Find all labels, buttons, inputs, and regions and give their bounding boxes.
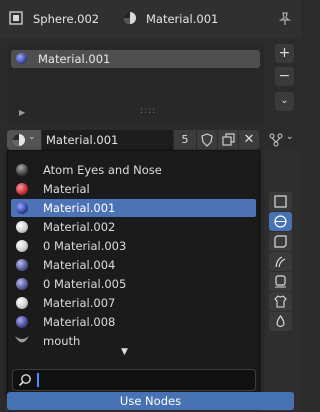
material-item-label: 0 Material.003: [43, 239, 127, 253]
pin-icon[interactable]: [278, 12, 292, 26]
list-item[interactable]: mouth: [11, 332, 256, 350]
remove-slot-button[interactable]: −: [275, 67, 294, 86]
shield-icon: [201, 133, 213, 147]
fake-user-button[interactable]: [197, 130, 217, 150]
material-item-label: Material.001: [43, 201, 116, 215]
material-item-label: Material.007: [43, 296, 116, 310]
material-preview-icon: [16, 297, 28, 309]
material-browse-dropdown: Atom Eyes and Nose Material Material.001…: [7, 150, 260, 397]
object-tool-button[interactable]: [269, 192, 292, 211]
head-icon: [275, 275, 286, 288]
material-preview-icon: [16, 278, 28, 290]
list-item[interactable]: Material.008: [11, 313, 256, 331]
sphere-object-icon: [9, 11, 23, 25]
cube-icon: [274, 235, 287, 248]
search-input[interactable]: [12, 369, 256, 391]
resize-grip-icon[interactable]: ::::: [140, 106, 156, 116]
material-item-label: Material.004: [43, 258, 116, 272]
material-id-selector: ⌄ Material.001 5 ✕: [7, 130, 259, 150]
properties-header: Sphere.002 Material.001: [0, 0, 301, 38]
material-slot-list: Material.001 ▶ ::::: [7, 44, 264, 124]
material-item-label: 0 Material.005: [43, 277, 127, 291]
chevron-down-icon: ⌄: [280, 95, 289, 106]
drop-icon: [276, 315, 285, 328]
list-item[interactable]: Material.001: [11, 199, 256, 217]
scroll-down-arrow-icon[interactable]: ▼: [121, 347, 128, 357]
node-tree-button[interactable]: ⌄: [266, 130, 296, 150]
add-slot-button[interactable]: +: [275, 44, 294, 63]
material-name: Material.001: [146, 12, 219, 26]
chevron-down-icon: ⌄: [28, 132, 36, 142]
unlink-material-button[interactable]: ✕: [239, 130, 259, 150]
list-item[interactable]: Material: [11, 180, 256, 198]
material-item-label: Material: [43, 182, 90, 196]
slot-label: Material.001: [38, 52, 111, 66]
slot-specials-button[interactable]: ⌄: [275, 92, 294, 111]
list-item[interactable]: 0 Material.003: [11, 237, 256, 255]
list-item[interactable]: Material.002: [11, 218, 256, 236]
square-icon: [274, 195, 287, 208]
material-preview-icon: [16, 202, 28, 214]
material-name-value: Material.001: [46, 133, 119, 147]
material-item-label: Atom Eyes and Nose: [43, 163, 162, 177]
browse-material-button[interactable]: ⌄: [7, 130, 41, 150]
user-count-button[interactable]: 5: [174, 130, 196, 150]
shirt-icon: [274, 295, 287, 308]
list-item[interactable]: Material.001: [11, 50, 260, 68]
close-icon: ✕: [243, 132, 255, 147]
object-name: Sphere.002: [33, 12, 100, 26]
mouth-preview-icon: [15, 336, 29, 343]
material-preview-icon: [16, 221, 28, 233]
fluid-tool-button[interactable]: [269, 312, 292, 331]
list-item[interactable]: 0 Material.005: [11, 275, 256, 293]
use-nodes-button[interactable]: Use Nodes: [7, 392, 294, 410]
material-sphere-icon: [16, 53, 27, 64]
duplicate-material-button[interactable]: [218, 130, 238, 150]
sphere-icon: [274, 215, 287, 228]
list-item[interactable]: Material.007: [11, 294, 256, 312]
duplicate-icon: [222, 133, 235, 146]
list-item[interactable]: Atom Eyes and Nose: [11, 161, 256, 179]
chevron-down-icon: ⌄: [286, 132, 294, 142]
text-cursor: [37, 373, 39, 387]
cloth-tool-button[interactable]: [269, 292, 292, 311]
material-item-label: mouth: [43, 334, 81, 348]
material-preview-icon: [16, 183, 28, 195]
search-icon: [18, 374, 31, 387]
material-icon: [13, 134, 25, 146]
material-item-label: Material.008: [43, 315, 116, 329]
material-icon: [124, 12, 136, 24]
expand-arrow-icon[interactable]: ▶: [19, 108, 25, 117]
material-preview-icon: [16, 259, 28, 271]
character-tool-button[interactable]: [269, 272, 292, 291]
sphere-tool-button[interactable]: [269, 212, 292, 231]
material-preview-icon: [16, 316, 28, 328]
hair-icon: [275, 256, 286, 268]
material-name-field[interactable]: Material.001: [42, 130, 173, 150]
material-item-label: Material.002: [43, 220, 116, 234]
material-preview-icon: [16, 240, 28, 252]
node-tree-icon: [269, 133, 283, 147]
material-preview-icon: [16, 164, 28, 176]
cube-tool-button[interactable]: [269, 232, 292, 251]
hair-tool-button[interactable]: [269, 252, 292, 271]
list-item[interactable]: Material.004: [11, 256, 256, 274]
